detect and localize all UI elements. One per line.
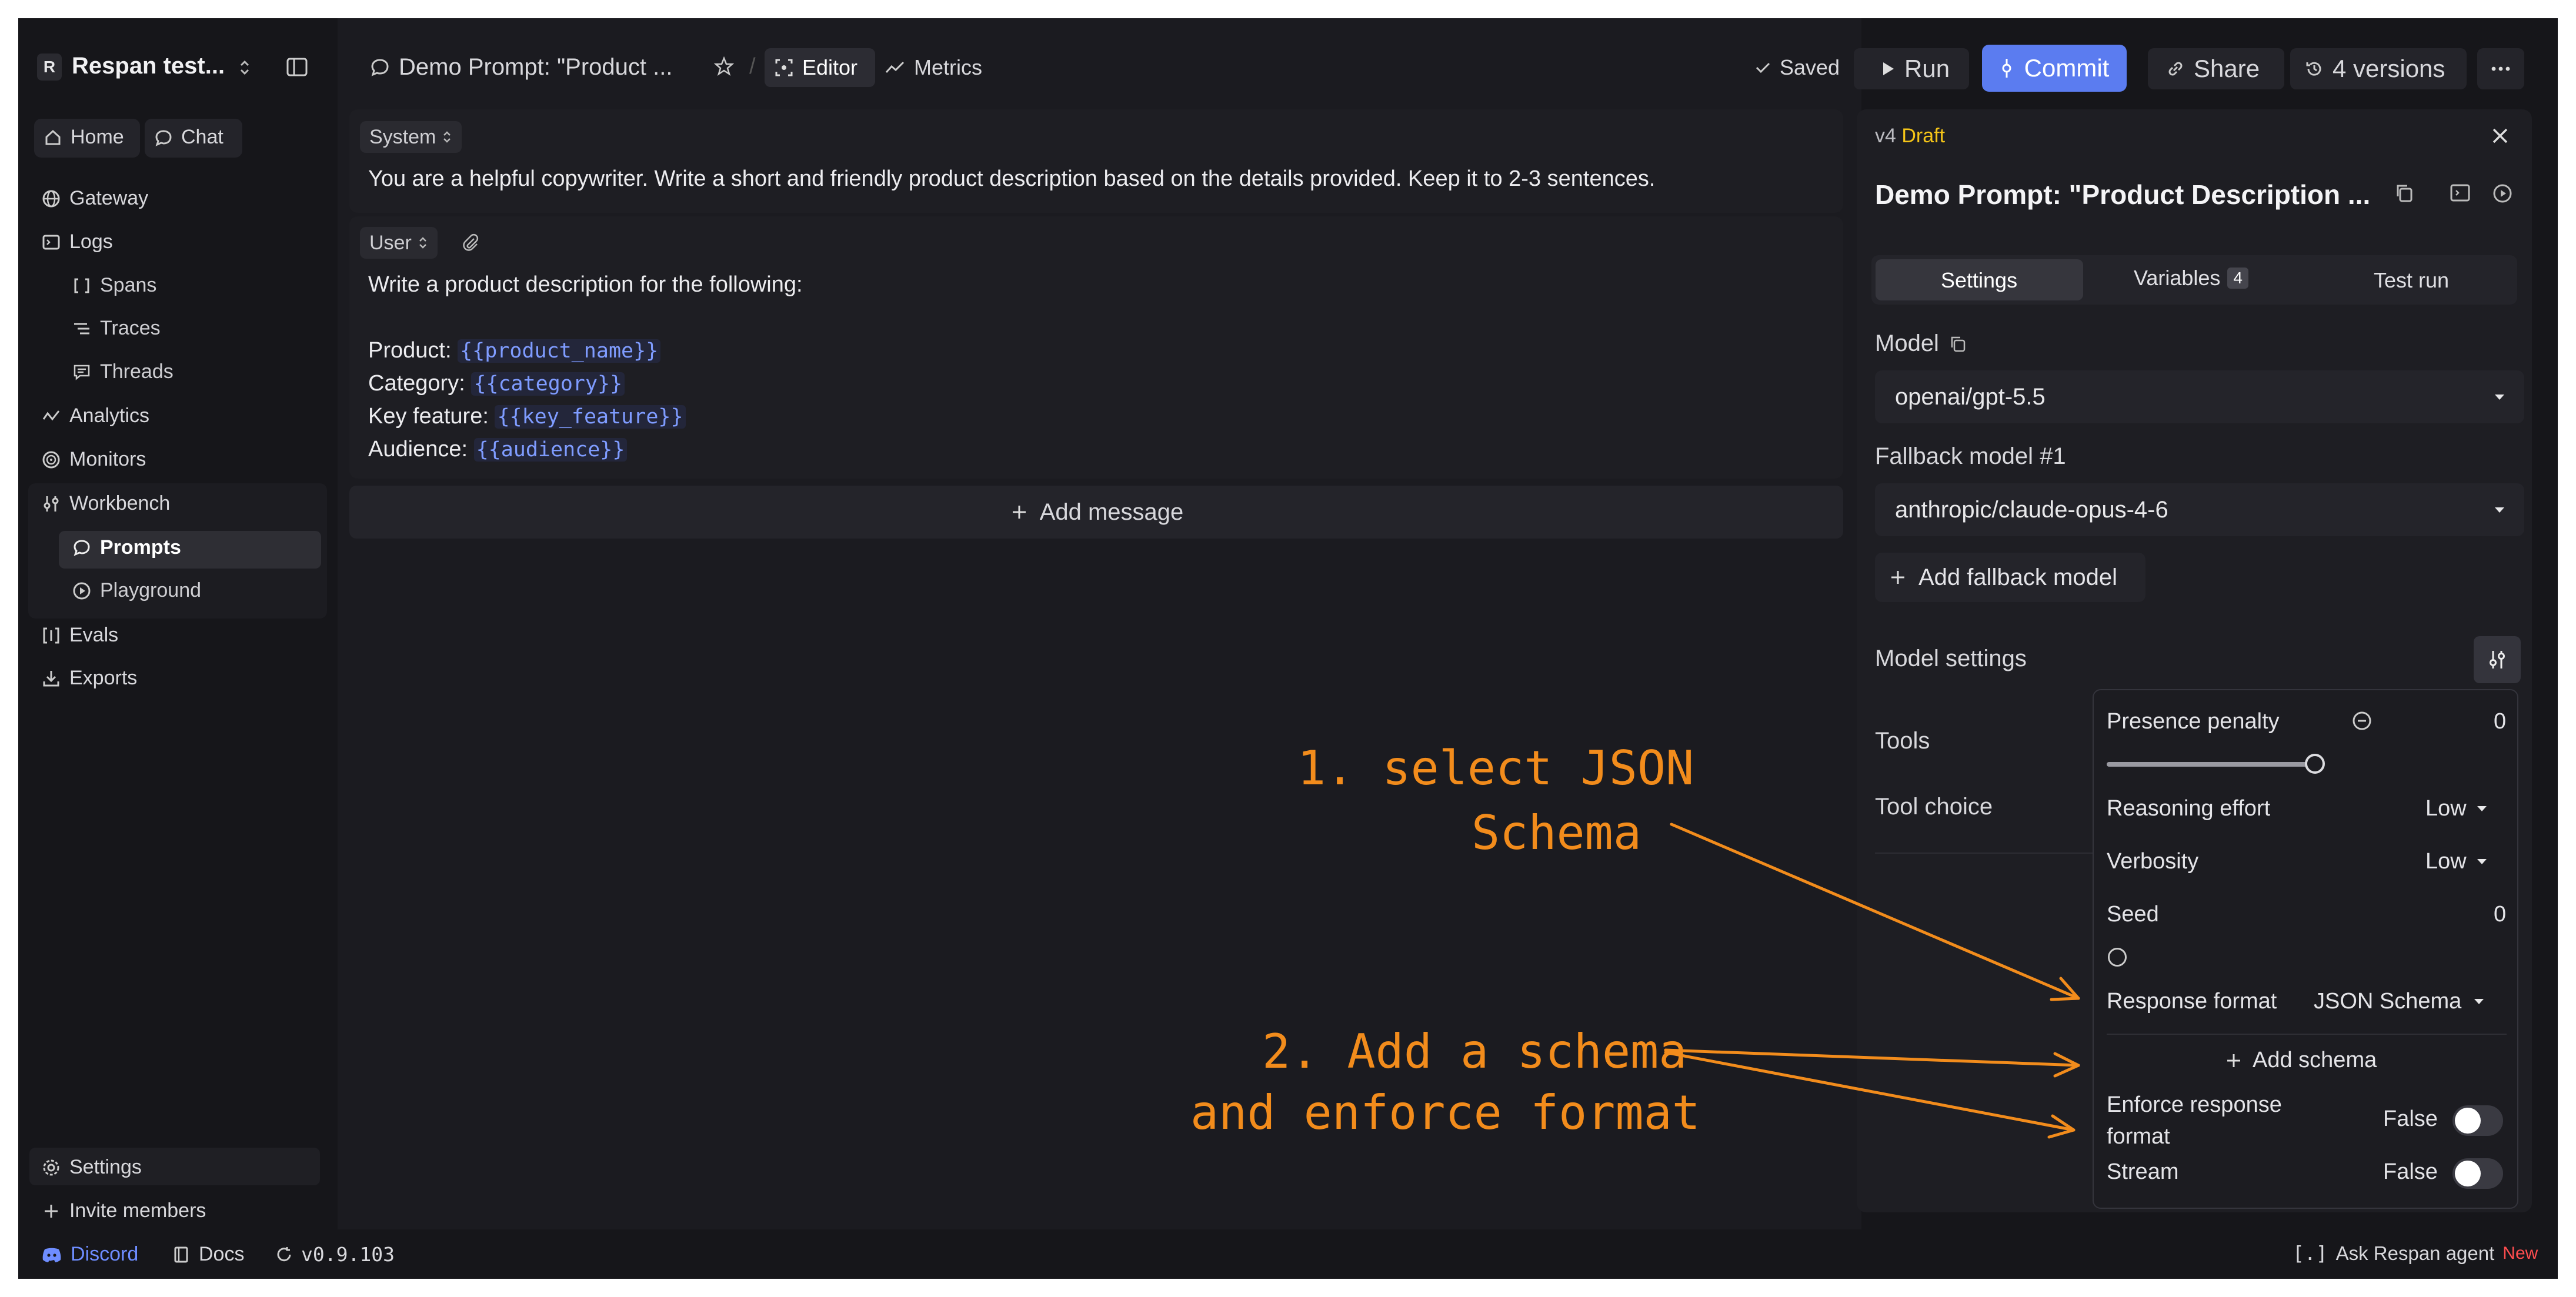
annotation-arrows: [1664, 823, 2080, 1139]
